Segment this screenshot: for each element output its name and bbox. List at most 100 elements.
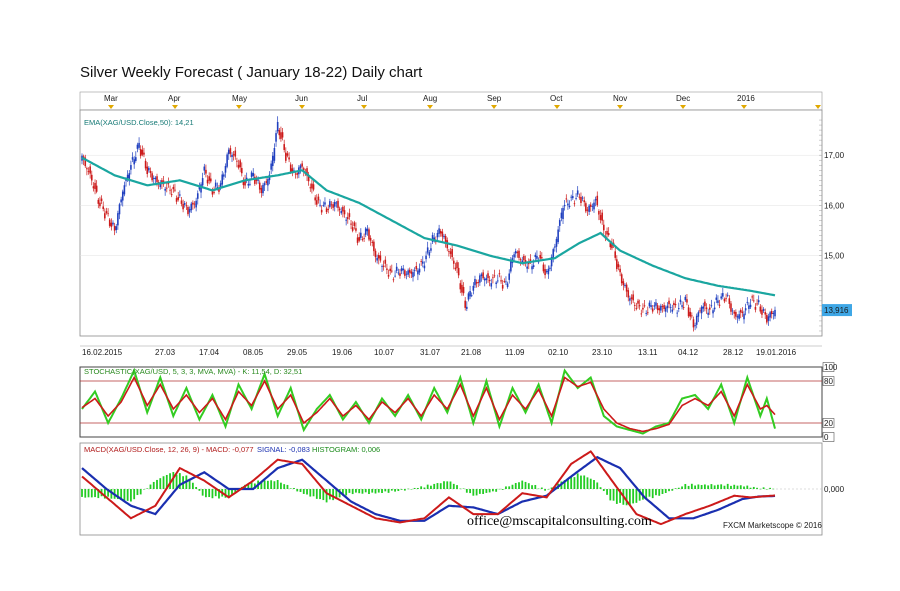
candle-body bbox=[642, 307, 644, 310]
histogram-bar bbox=[397, 489, 400, 492]
candle-body bbox=[360, 232, 362, 238]
candle-body bbox=[619, 268, 621, 273]
histogram-bar bbox=[439, 483, 442, 489]
candle-body bbox=[121, 191, 124, 201]
histogram-bar bbox=[87, 489, 90, 498]
last-price-label: 13,916 bbox=[824, 306, 849, 315]
candle-body bbox=[625, 284, 628, 292]
histogram-bar bbox=[534, 484, 537, 489]
candle-body bbox=[195, 200, 197, 208]
candle-body bbox=[265, 181, 268, 183]
histogram-bar bbox=[273, 481, 276, 489]
histogram-bar bbox=[417, 487, 419, 489]
candle-body bbox=[547, 268, 550, 275]
candle-body bbox=[170, 194, 173, 196]
histogram-bar bbox=[394, 489, 396, 492]
candle-body bbox=[105, 211, 108, 214]
date-tick-label: 21.08 bbox=[461, 348, 482, 357]
candle-body bbox=[397, 272, 400, 274]
histogram-bar bbox=[713, 485, 716, 489]
price-tick-label: 17,00 bbox=[824, 151, 845, 160]
date-tick-label: 29.05 bbox=[287, 348, 308, 357]
histogram-bar bbox=[756, 487, 758, 489]
candle-body bbox=[588, 205, 590, 212]
candle-body bbox=[364, 228, 367, 235]
candle-body bbox=[164, 188, 166, 191]
candle-body bbox=[753, 300, 755, 302]
candle-body bbox=[263, 183, 266, 186]
candle-body bbox=[726, 294, 729, 296]
candle-body bbox=[183, 203, 186, 205]
candle-body bbox=[131, 157, 134, 160]
candle-body bbox=[355, 228, 357, 231]
candle-body bbox=[193, 203, 196, 205]
candle-body bbox=[708, 307, 711, 310]
histogram-bar bbox=[703, 484, 706, 489]
candle-body bbox=[723, 299, 726, 302]
candle-body bbox=[671, 309, 674, 312]
candle-body bbox=[674, 304, 677, 306]
candle-body bbox=[237, 164, 240, 168]
candle-body bbox=[513, 254, 515, 258]
candle-body bbox=[348, 213, 351, 217]
histogram-bar bbox=[452, 483, 455, 489]
candle-body bbox=[333, 201, 336, 207]
candle-body bbox=[713, 307, 716, 310]
histogram-bar bbox=[498, 488, 501, 490]
candle-body bbox=[180, 200, 183, 204]
macd-tick-label: 0,000 bbox=[824, 485, 845, 494]
histogram-value-label: HISTOGRAM: 0,006 bbox=[312, 445, 380, 454]
histogram-bar bbox=[531, 485, 533, 489]
candle-body bbox=[539, 254, 541, 259]
candle-body bbox=[149, 170, 152, 173]
candle-body bbox=[681, 305, 683, 307]
candle-body bbox=[557, 229, 559, 243]
histogram-bar bbox=[462, 488, 465, 489]
histogram-bar bbox=[651, 489, 654, 499]
candle-body bbox=[505, 281, 507, 283]
candle-body bbox=[622, 281, 625, 286]
histogram-bar bbox=[358, 489, 361, 494]
candle-body bbox=[475, 282, 478, 284]
candle-body bbox=[108, 219, 111, 226]
candle-body bbox=[426, 247, 429, 253]
candle-body bbox=[480, 274, 483, 277]
candle-body bbox=[330, 204, 333, 206]
candle-body bbox=[643, 305, 646, 307]
candle-body bbox=[135, 157, 137, 161]
candle-body bbox=[472, 285, 475, 291]
histogram-bar bbox=[355, 489, 357, 493]
candle-body bbox=[343, 210, 346, 215]
date-tick-label: 04.12 bbox=[678, 348, 699, 357]
candle-body bbox=[572, 196, 574, 199]
histogram-bar bbox=[319, 489, 321, 500]
histogram-bar bbox=[436, 483, 439, 489]
candle-body bbox=[492, 277, 494, 279]
candle-body bbox=[405, 273, 408, 275]
candle-body bbox=[580, 196, 582, 203]
date-tick-label: 11.09 bbox=[505, 348, 525, 357]
histogram-bar bbox=[283, 484, 286, 489]
candle-body bbox=[192, 202, 194, 205]
histogram-bar bbox=[159, 478, 162, 489]
candle-body bbox=[223, 174, 225, 177]
histogram-bar bbox=[276, 479, 279, 489]
candle-body bbox=[205, 169, 207, 174]
histogram-bar bbox=[540, 487, 543, 489]
candle-body bbox=[607, 233, 610, 235]
histogram-bar bbox=[488, 489, 491, 493]
candle-body bbox=[138, 142, 140, 148]
candle-body bbox=[345, 219, 347, 221]
candle-body bbox=[656, 305, 659, 310]
candle-body bbox=[718, 304, 721, 306]
macd-label: MACD(XAG/USD.Close, 12, 26, 9) - bbox=[84, 445, 205, 454]
histogram-bar bbox=[671, 489, 674, 491]
candle-body bbox=[542, 264, 545, 272]
candle-body bbox=[506, 283, 509, 288]
histogram-bar bbox=[762, 487, 765, 489]
candle-body bbox=[288, 157, 290, 160]
candle-body bbox=[451, 249, 453, 258]
candle-body bbox=[647, 312, 649, 314]
watermark-text: office@mscapitalconsulting.com bbox=[467, 514, 652, 529]
candle-body bbox=[589, 204, 592, 207]
